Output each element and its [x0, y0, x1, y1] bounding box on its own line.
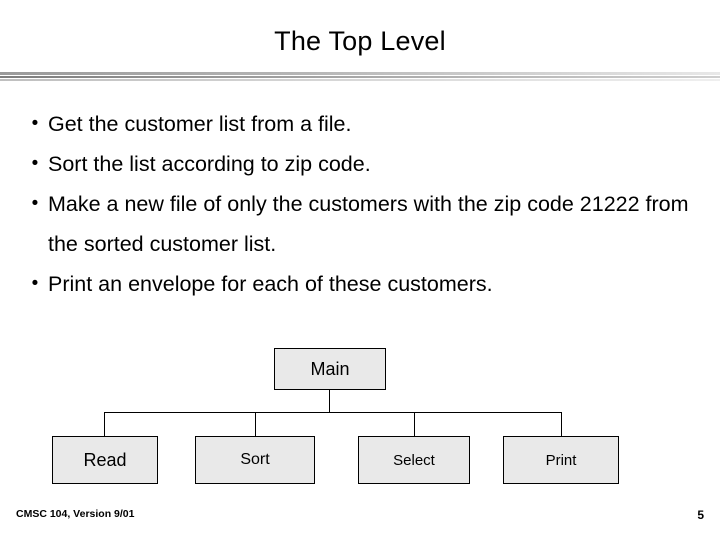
diagram-node-sort: Sort	[195, 436, 315, 484]
connector-horizontal-bus	[104, 412, 561, 413]
bullet-marker-icon: •	[31, 113, 39, 134]
bullet-marker-icon: •	[31, 273, 39, 294]
list-item-text: Sort the list according to zip code.	[48, 152, 371, 176]
slide: The Top Level • Get the customer list fr…	[0, 0, 720, 540]
connector-select-down	[414, 412, 415, 436]
connector-print-down	[561, 412, 562, 436]
diagram-node-main: Main	[274, 348, 386, 390]
title-divider	[0, 72, 720, 81]
list-item: • Get the customer list from a file.	[22, 104, 698, 144]
list-item: • Print an envelope for each of these cu…	[22, 264, 698, 304]
bullet-marker-icon: •	[31, 153, 39, 174]
diagram-node-select: Select	[358, 436, 470, 484]
connector-sort-down	[255, 412, 256, 436]
bullet-marker-icon: •	[31, 193, 39, 214]
hierarchy-diagram: Main Read Sort Select Print	[0, 340, 720, 500]
connector-read-down	[104, 412, 105, 436]
footer-course-label: CMSC 104, Version 9/01	[16, 508, 135, 520]
diagram-node-read: Read	[52, 436, 158, 484]
page-title: The Top Level	[274, 26, 446, 56]
connector-main-down	[329, 390, 330, 413]
divider-line-2	[0, 76, 720, 78]
list-item: • Make a new file of only the customers …	[22, 184, 698, 264]
diagram-node-print: Print	[503, 436, 619, 484]
footer-page-number: 5	[697, 508, 704, 522]
divider-line-1	[0, 72, 720, 75]
list-item: • Sort the list according to zip code.	[22, 144, 698, 184]
list-item-text: Print an envelope for each of these cust…	[48, 272, 493, 296]
bullet-list: • Get the customer list from a file. • S…	[22, 104, 698, 304]
divider-line-3	[0, 79, 720, 81]
list-item-text: Make a new file of only the customers wi…	[48, 192, 689, 256]
list-item-text: Get the customer list from a file.	[48, 112, 352, 136]
